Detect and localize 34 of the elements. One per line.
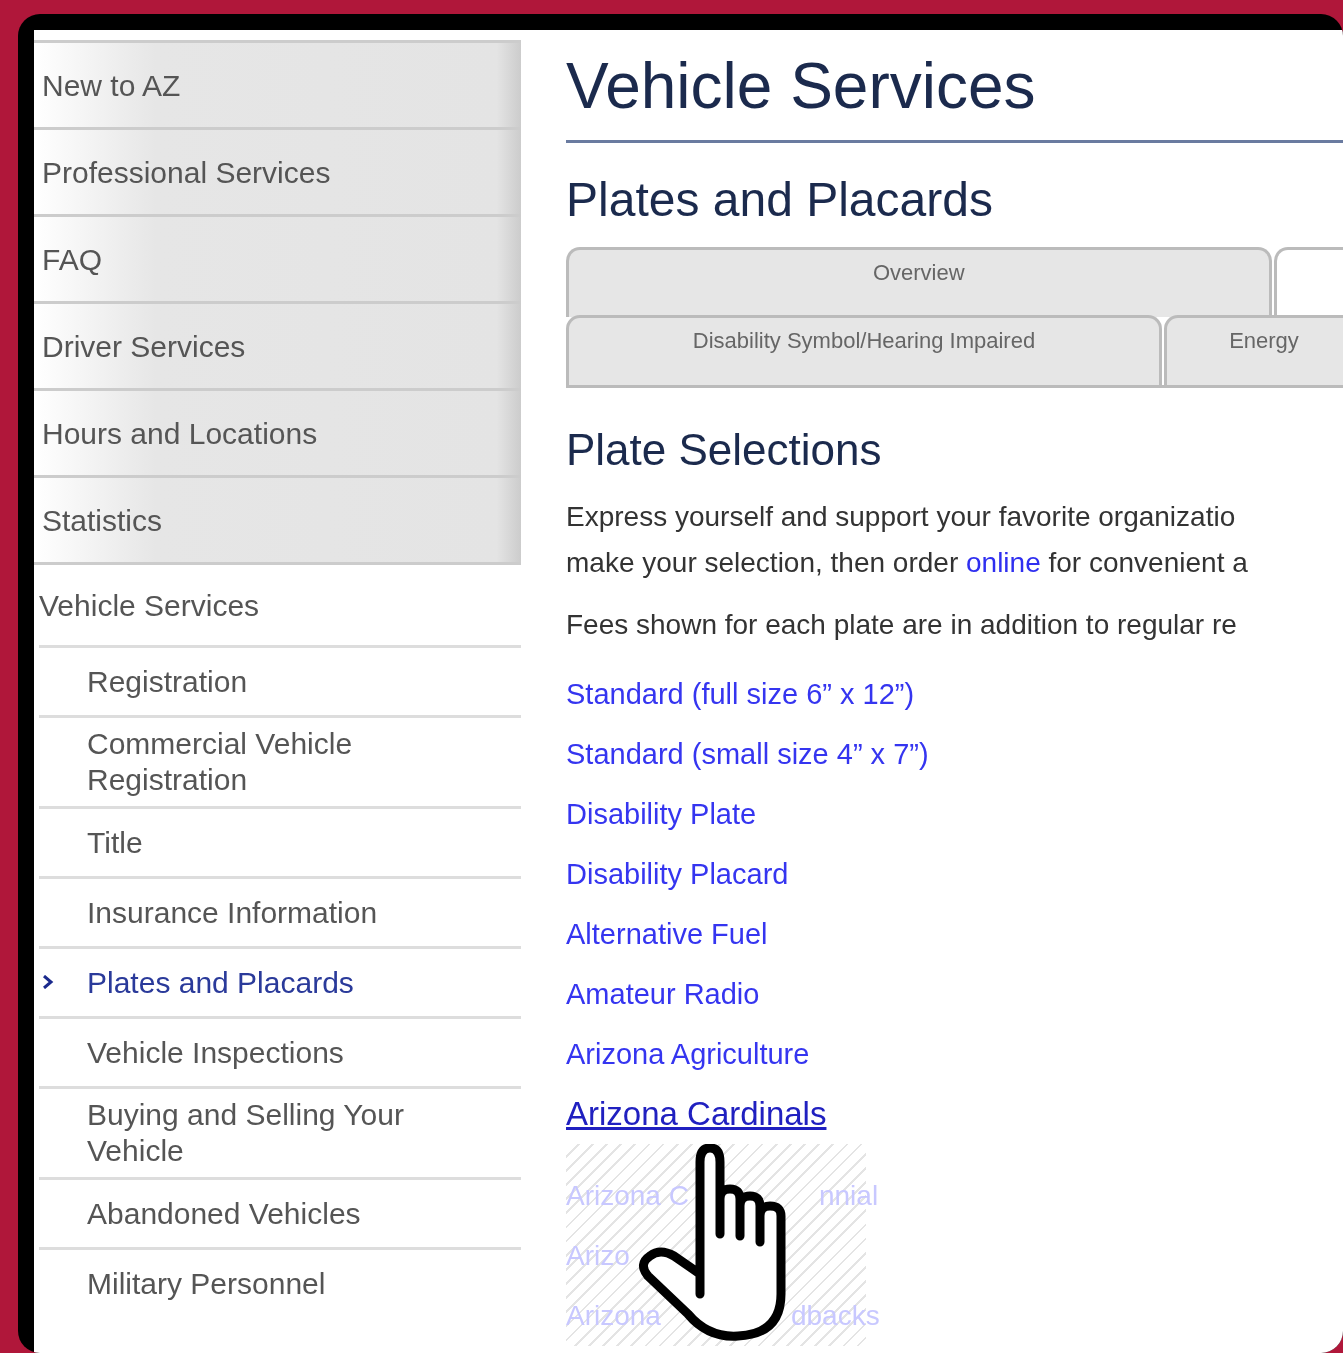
sidebar-subitem[interactable]: Military Personnel [39, 1247, 521, 1317]
content-heading: Plate Selections [566, 423, 883, 476]
plate-link[interactable]: Standard (full size 6” x 12”) [566, 664, 915, 725]
plate-link[interactable]: Alternative Fuel [566, 904, 768, 965]
plate-link[interactable]: Disability Placard [566, 844, 789, 905]
chevron-icon [42, 975, 54, 989]
plate-link[interactable]: Standard (small size 4” x 7”) [566, 724, 929, 785]
plate-link[interactable]: Disability Plate [566, 784, 757, 845]
sidebar-subitem[interactable]: Abandoned Vehicles [39, 1177, 521, 1247]
sidebar-item[interactable]: Statistics [34, 475, 521, 562]
sidebar-item[interactable]: FAQ [34, 214, 521, 301]
sidebar-subitem[interactable]: Insurance Information [39, 876, 521, 946]
sidebar-subitem[interactable]: Buying and Selling Your Vehicle [39, 1086, 521, 1177]
plate-link[interactable]: Arizona Agriculture [566, 1024, 810, 1085]
plate-link[interactable]: Arizona Cardinals [566, 1084, 827, 1145]
sidebar-item[interactable]: Professional Services [34, 127, 521, 214]
tab[interactable]: Disability Symbol/Hearing Impaired [566, 314, 1162, 385]
sidebar-item[interactable]: New to AZ [34, 40, 521, 127]
sidebar-subitem[interactable]: Plates and Placards [39, 946, 521, 1016]
paragraph-text: Express yourself and support your favorite organizatio [566, 500, 1237, 535]
sidebar-item[interactable]: Driver Services [34, 301, 521, 388]
paragraph-text: make your selection, then order online for convenient a [566, 546, 1249, 581]
sidebar-subitem[interactable]: Vehicle Inspections [39, 1016, 521, 1086]
page-title: Vehicle Services [566, 40, 1343, 143]
section-title: Plates and Placards [566, 172, 994, 228]
sidebar-subitem[interactable]: Commercial Vehicle Registration [39, 715, 521, 806]
tab[interactable]: Overview [566, 246, 1272, 317]
sidebar-item[interactable]: Hours and Locations [34, 388, 521, 475]
sidebar-subitem[interactable]: Title [39, 806, 521, 876]
paragraph-text: Fees shown for each plate are in addition to regular re [566, 608, 1238, 643]
tab[interactable]: Energy [1164, 314, 1343, 385]
plate-link[interactable]: Amateur Radio [566, 964, 760, 1025]
text-link[interactable]: online [966, 547, 1041, 579]
sidebar-subitem[interactable]: Registration [39, 645, 521, 715]
